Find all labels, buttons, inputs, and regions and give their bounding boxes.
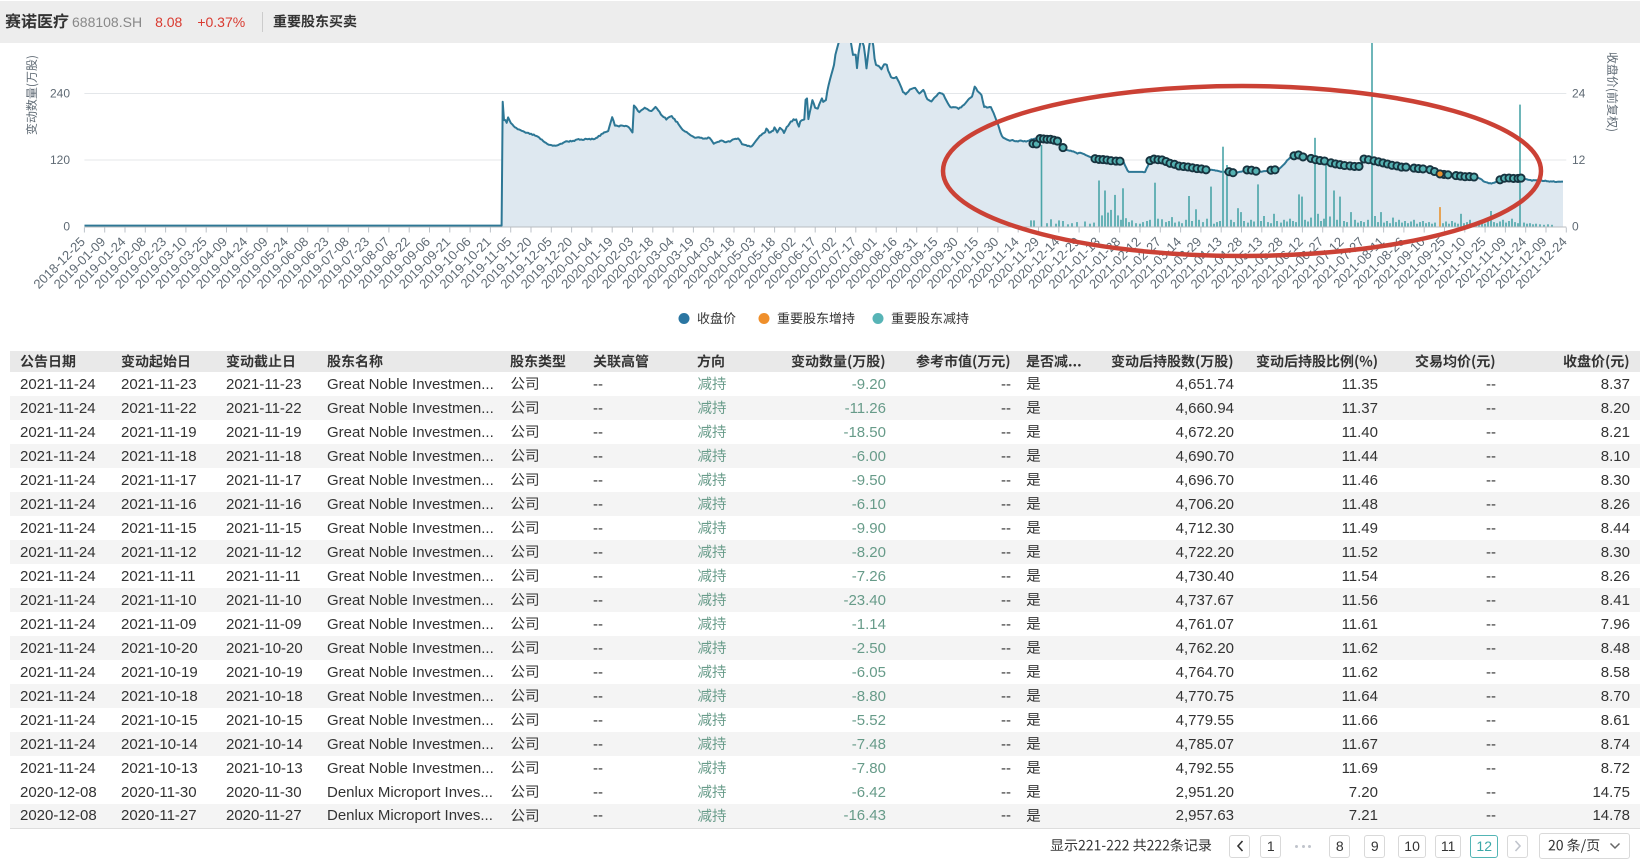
svg-text:12: 12	[1572, 153, 1586, 167]
svg-text:24: 24	[1572, 87, 1586, 101]
svg-text:240: 240	[50, 87, 70, 101]
svg-text:0: 0	[63, 220, 70, 234]
svg-text:120: 120	[50, 153, 70, 167]
svg-text:0: 0	[1572, 220, 1579, 234]
